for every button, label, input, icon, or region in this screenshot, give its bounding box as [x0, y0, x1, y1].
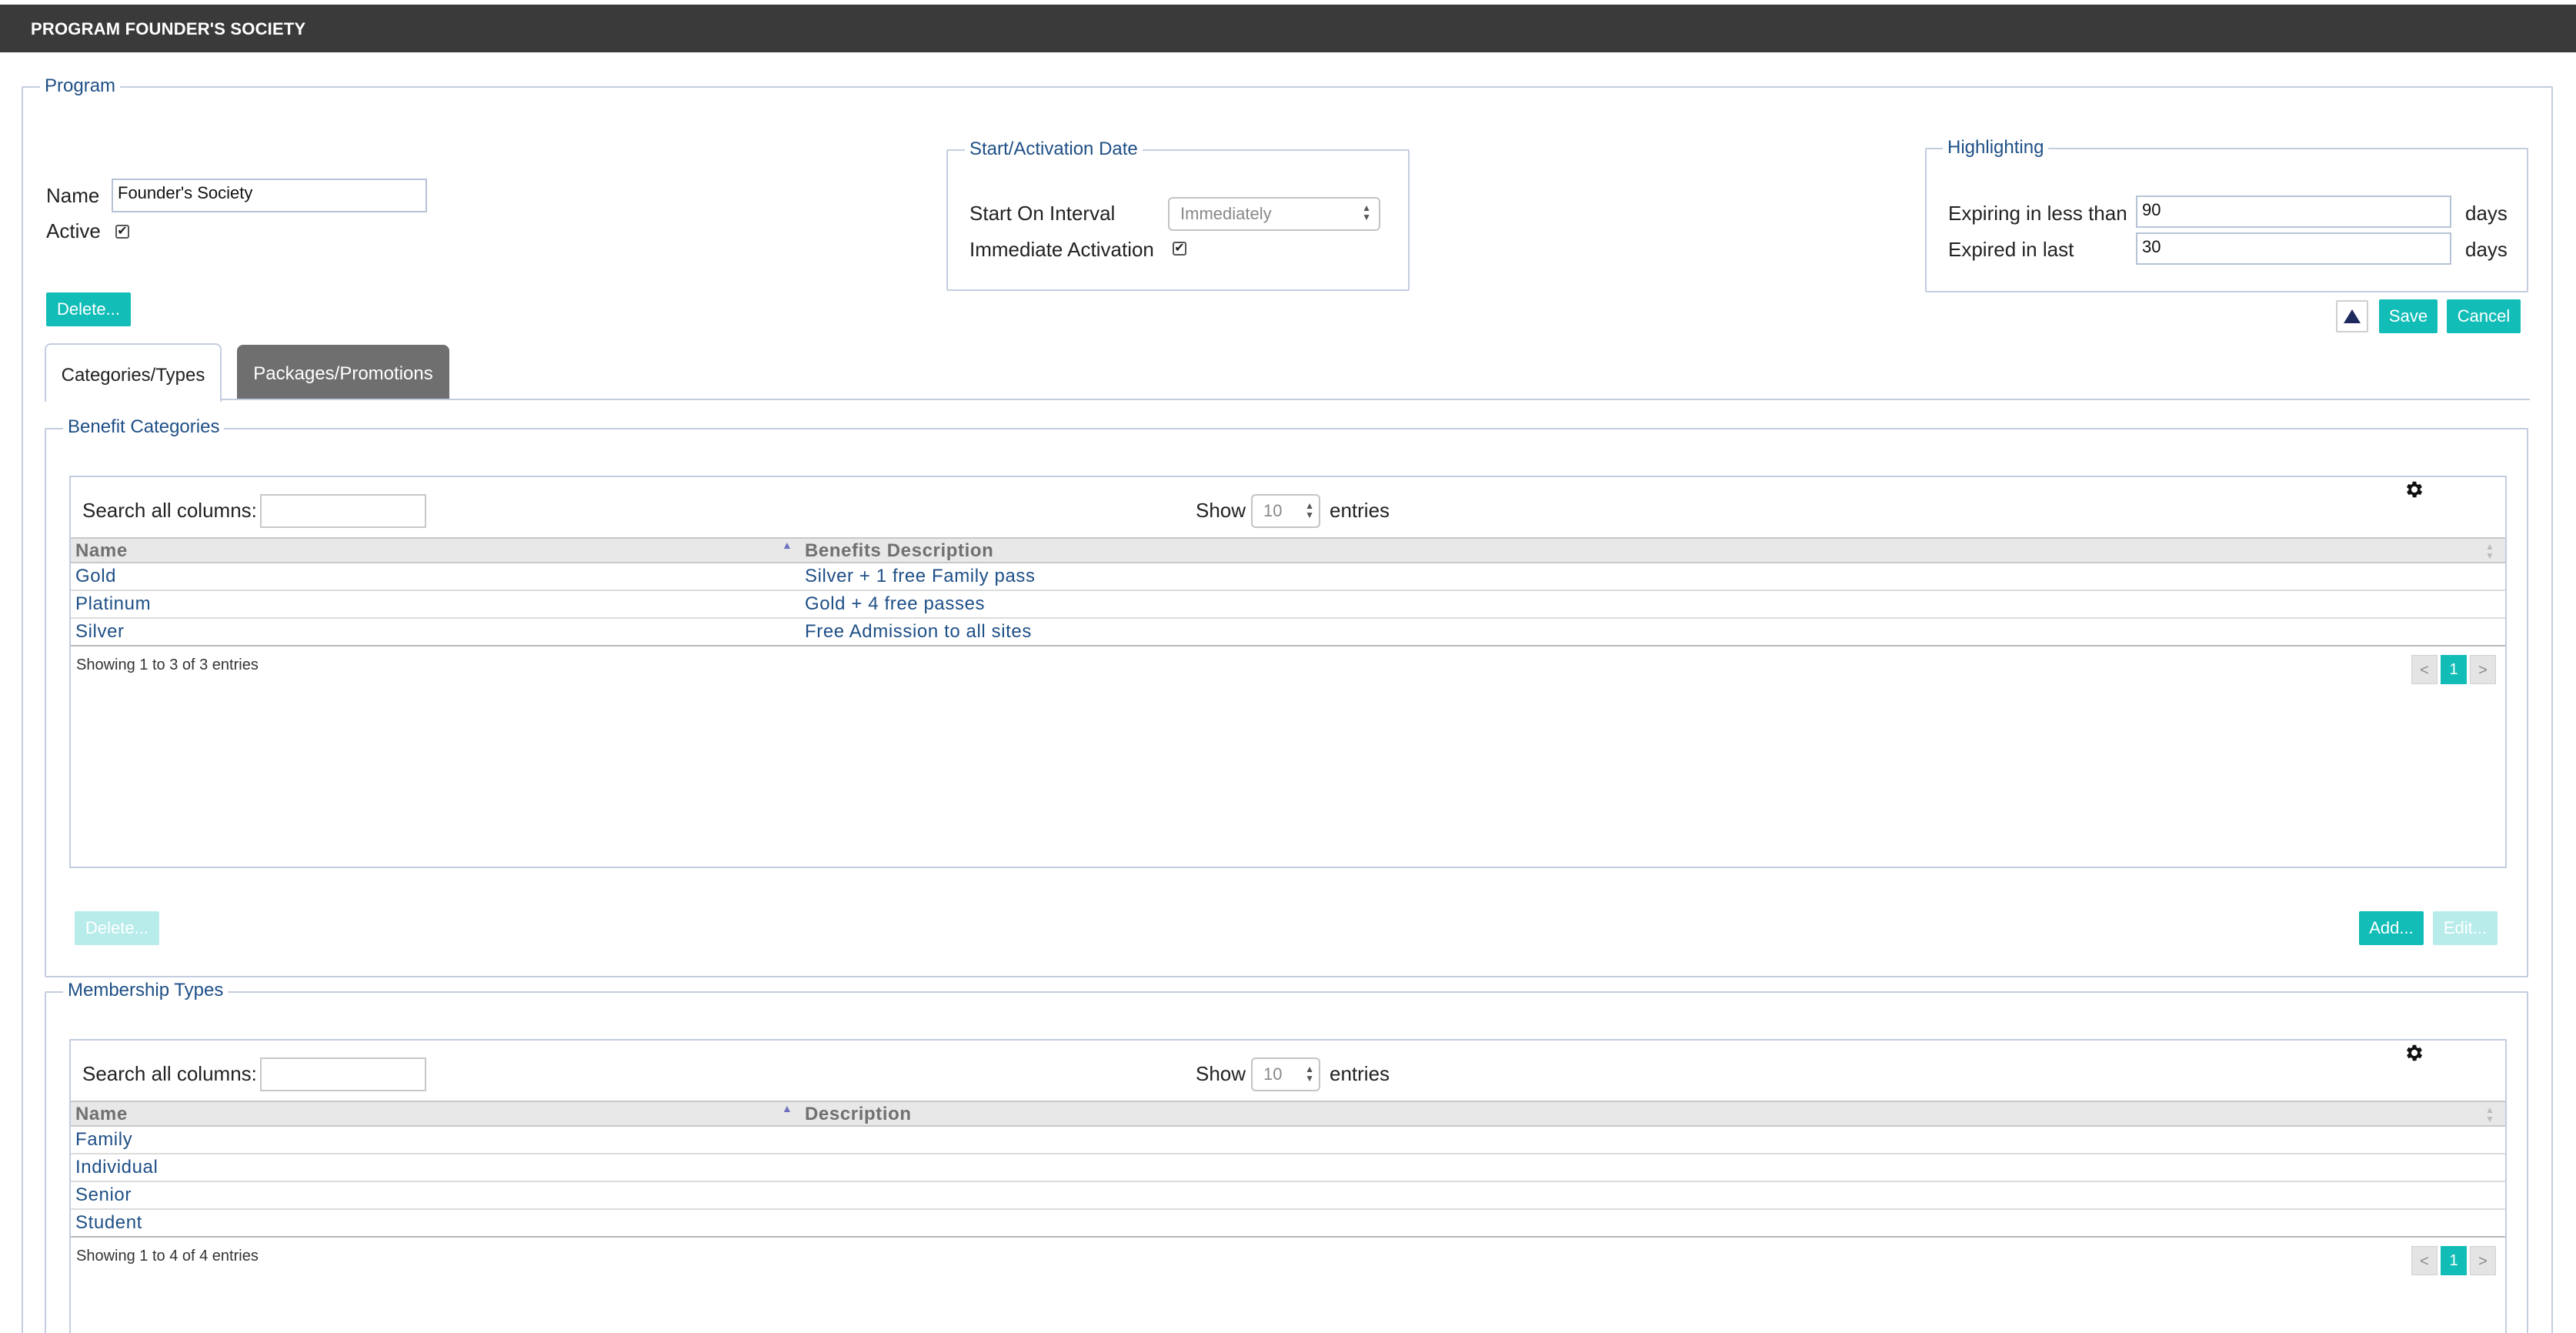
collapse-button[interactable] — [2336, 300, 2368, 332]
start-on-interval-label: Start On Interval — [969, 202, 1116, 225]
program-legend: Program — [40, 75, 121, 98]
triangle-up-icon — [2344, 309, 2361, 323]
tab-separator — [222, 399, 2530, 400]
select-arrows-icon: ▲ ▼ — [1305, 500, 1314, 520]
benefit-show-select[interactable]: 10 ▲ ▼ — [1251, 494, 1320, 528]
expiring-days-input[interactable]: 90 — [2136, 195, 2451, 228]
benefit-table-info: Showing 1 to 3 of 3 entries — [76, 656, 259, 673]
membership-show-select[interactable]: 10 ▲ ▼ — [1251, 1057, 1320, 1091]
tab-packages-promotions-label: Packages/Promotions — [253, 363, 433, 384]
program-name-input[interactable]: Founder's Society — [112, 179, 427, 212]
membership-row-name: Family — [75, 1129, 133, 1150]
membership-types-legend: Membership Types — [63, 979, 229, 1002]
membership-search-label: Search all columns: — [82, 1062, 257, 1085]
expiring-label: Expiring in less than — [1948, 202, 2127, 225]
membership-pager-next[interactable]: > — [2470, 1246, 2496, 1275]
delete-benefit-button[interactable]: Delete... — [75, 911, 159, 945]
membership-row-name: Senior — [75, 1184, 132, 1205]
sort-ascending-icon: ▲ — [782, 539, 792, 551]
membership-search-input[interactable] — [260, 1057, 426, 1091]
benefit-categories-panel — [69, 476, 2507, 868]
table-row[interactable]: Family — [71, 1127, 2505, 1154]
membership-row-name: Individual — [75, 1157, 158, 1178]
benefit-col-description[interactable]: Benefits Description — [805, 540, 993, 562]
benefit-pager-next[interactable]: > — [2470, 655, 2496, 684]
name-label: Name — [46, 184, 100, 207]
benefit-col-name[interactable]: Name — [75, 540, 128, 562]
save-button[interactable]: Save — [2379, 299, 2438, 333]
membership-row-name: Student — [75, 1212, 142, 1233]
table-row[interactable]: Platinum Gold + 4 free passes — [71, 591, 2505, 619]
table-row[interactable]: Silver Free Admission to all sites — [71, 619, 2505, 646]
window-title: PROGRAM FOUNDER'S SOCIETY — [31, 19, 306, 38]
benefit-show-label: Show — [1196, 499, 1246, 522]
expired-label: Expired in last — [1948, 238, 2074, 261]
expiring-unit: days — [2465, 202, 2508, 225]
start-on-interval-select[interactable]: Immediately ▲ ▼ — [1168, 197, 1380, 231]
title-bar: PROGRAM FOUNDER'S SOCIETY — [0, 5, 2576, 52]
sort-both-icon: ▲ ▼ — [2485, 1104, 2494, 1124]
benefit-pager-prev[interactable]: < — [2411, 655, 2438, 684]
gear-icon[interactable] — [2404, 1042, 2425, 1064]
benefit-row-name: Platinum — [75, 593, 152, 614]
edit-benefit-button[interactable]: Edit... — [2433, 911, 2498, 945]
table-row[interactable]: Gold Silver + 1 free Family pass — [71, 563, 2505, 591]
select-arrows-icon: ▲ ▼ — [1362, 202, 1371, 222]
benefit-table-header: Name ▲ Benefits Description ▲ ▼ — [71, 537, 2505, 563]
gear-icon[interactable] — [2404, 479, 2425, 500]
benefit-row-description: Free Admission to all sites — [805, 621, 1032, 642]
membership-entries-label: entries — [1330, 1062, 1390, 1085]
membership-col-name[interactable]: Name — [75, 1104, 128, 1125]
benefit-row-description: Gold + 4 free passes — [805, 593, 986, 614]
delete-program-button[interactable]: Delete... — [46, 292, 131, 326]
active-checkbox[interactable]: ✔ — [115, 225, 129, 239]
expired-unit: days — [2465, 238, 2508, 261]
highlighting-legend: Highlighting — [1943, 136, 2049, 159]
start-activation-legend: Start/Activation Date — [965, 138, 1143, 161]
membership-table-info: Showing 1 to 4 of 4 entries — [76, 1248, 259, 1265]
add-benefit-button[interactable]: Add... — [2359, 911, 2424, 945]
membership-pager-prev[interactable]: < — [2411, 1246, 2438, 1275]
tab-categories-types-label: Categories/Types — [61, 365, 205, 386]
expired-days-input[interactable]: 30 — [2136, 232, 2451, 265]
membership-show-label: Show — [1196, 1062, 1246, 1085]
tab-categories-types[interactable]: Categories/Types — [45, 343, 222, 402]
benefit-categories-legend: Benefit Categories — [63, 416, 225, 439]
start-on-interval-value: Immediately — [1180, 204, 1272, 223]
benefit-row-description: Silver + 1 free Family pass — [805, 566, 1036, 586]
cancel-button[interactable]: Cancel — [2447, 299, 2521, 333]
table-row[interactable]: Student — [71, 1210, 2505, 1238]
sort-both-icon: ▲ ▼ — [2485, 541, 2494, 561]
benefit-show-value: 10 — [1263, 501, 1283, 520]
membership-show-value: 10 — [1263, 1064, 1283, 1084]
membership-col-description[interactable]: Description — [805, 1104, 912, 1125]
table-row[interactable]: Individual — [71, 1154, 2505, 1182]
membership-table-header: Name ▲ Description ▲ ▼ — [71, 1101, 2505, 1127]
immediate-activation-label: Immediate Activation — [969, 238, 1154, 261]
benefit-pager-current[interactable]: 1 — [2441, 655, 2467, 684]
immediate-activation-checkbox[interactable]: ✔ — [1173, 242, 1186, 256]
select-arrows-icon: ▲ ▼ — [1305, 1064, 1314, 1084]
tab-packages-promotions[interactable]: Packages/Promotions — [237, 345, 449, 400]
benefit-row-name: Gold — [75, 566, 117, 586]
table-row[interactable]: Senior — [71, 1182, 2505, 1210]
benefit-search-input[interactable] — [260, 494, 426, 528]
active-label: Active — [46, 219, 101, 242]
sort-ascending-icon: ▲ — [782, 1102, 792, 1114]
membership-pager-current[interactable]: 1 — [2441, 1246, 2467, 1275]
benefit-row-name: Silver — [75, 621, 125, 642]
benefit-entries-label: entries — [1330, 499, 1390, 522]
benefit-search-label: Search all columns: — [82, 499, 257, 522]
